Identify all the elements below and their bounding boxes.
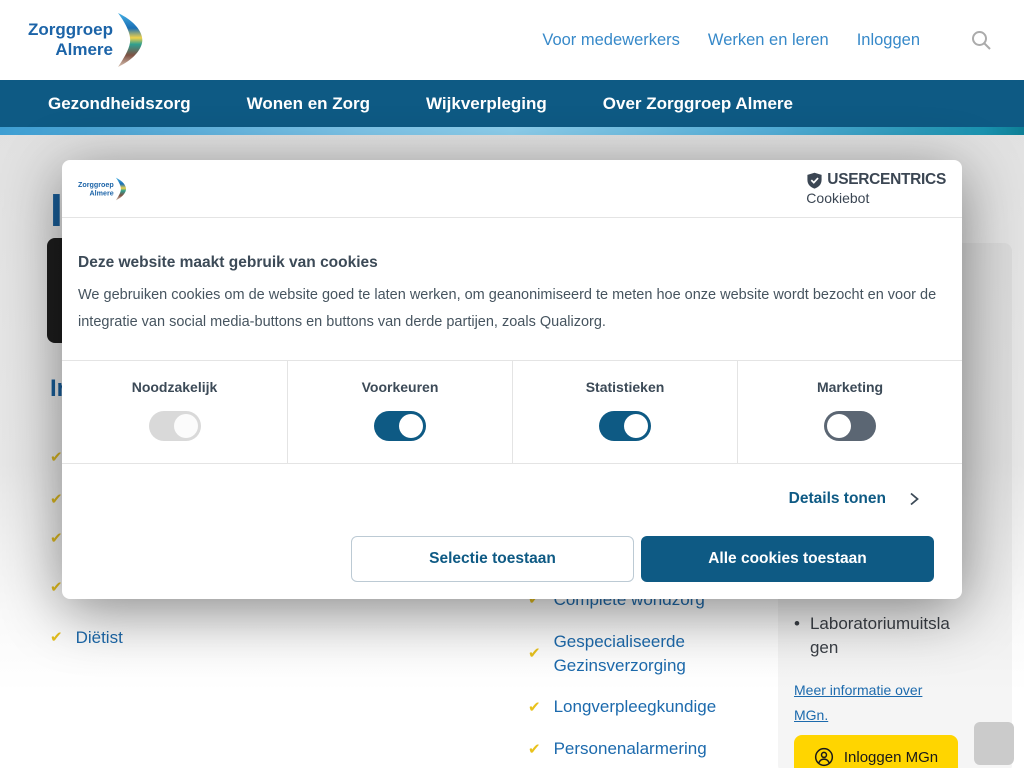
details-tonen-label[interactable]: Details tonen xyxy=(789,490,886,508)
usercentrics-wordmark: USERCENTRICS xyxy=(827,171,946,189)
cookie-dialog-description: We gebruiken cookies om de website goed … xyxy=(78,282,946,336)
mgn-login-button[interactable]: Inloggen MGn xyxy=(794,735,958,768)
sidebar-bullet-item: • Laboratoriumuitslagen xyxy=(794,612,956,660)
category-statistieken: Statistieken xyxy=(512,361,737,463)
nav-wonen-en-zorg[interactable]: Wonen en Zorg xyxy=(247,94,370,114)
list-item-personenalarmering[interactable]: ✔ Personenalarmering xyxy=(528,737,778,761)
check-icon: ✔ xyxy=(528,646,541,661)
usercentrics-branding: USERCENTRICS Cookiebot xyxy=(806,171,946,206)
check-icon: ✔ xyxy=(50,490,63,508)
allow-selection-button[interactable]: Selectie toestaan xyxy=(351,536,634,582)
cookie-dialog-header: Zorggroep Almere USERCENTRICS Cookiebot xyxy=(62,160,962,218)
nav-wijkverpleging[interactable]: Wijkverpleging xyxy=(426,94,547,114)
site-header: Zorggroep Almere Voor medewerkers Werken… xyxy=(0,0,1024,80)
check-icon: ✔ xyxy=(50,630,63,645)
category-marketing: Marketing xyxy=(737,361,962,463)
check-icon: ✔ xyxy=(50,529,63,547)
toggle-marketing[interactable] xyxy=(824,411,876,441)
crescent-logo-icon xyxy=(116,9,143,71)
list-item-gespecialiseerde-gezinsverzorging[interactable]: ✔ Gespecialiseerde Gezinsverzorging xyxy=(528,630,778,678)
toggle-knob xyxy=(624,414,648,438)
list-item-longverpleegkundige[interactable]: ✔ Longverpleegkundige xyxy=(528,695,778,719)
allow-all-cookies-button[interactable]: Alle cookies toestaan xyxy=(641,536,934,582)
top-nav-inloggen[interactable]: Inloggen xyxy=(857,31,920,50)
list-item-label[interactable]: Gespecialiseerde Gezinsverzorging xyxy=(554,630,729,678)
top-nav: Voor medewerkers Werken en leren Inlogge… xyxy=(542,0,992,80)
details-tonen-link[interactable]: Details tonen xyxy=(78,490,946,508)
site-logo-text: Zorggroep Almere xyxy=(28,20,113,61)
main-nav: Gezondheidszorg Wonen en Zorg Wijkverple… xyxy=(0,80,1024,127)
bullet-item-label: Laboratoriumuitslagen xyxy=(810,612,956,660)
check-icon: ✔ xyxy=(50,448,63,466)
category-label: Noodzakelijk xyxy=(62,379,287,395)
category-label: Statistieken xyxy=(513,379,737,395)
logo-line2: Almere xyxy=(78,189,114,198)
list-item-dietist[interactable]: ✔ Diëtist xyxy=(50,626,123,650)
toggle-statistieken[interactable] xyxy=(599,411,651,441)
cookie-dialog-title: Deze website maakt gebruik van cookies xyxy=(78,254,946,272)
cookie-dialog-buttons: Selectie toestaan Alle cookies toestaan xyxy=(78,536,946,599)
toggle-voorkeuren[interactable] xyxy=(374,411,426,441)
scroll-top-button[interactable] xyxy=(974,722,1014,765)
list-item-label[interactable]: Longverpleegkundige xyxy=(554,695,717,719)
cookiebot-label: Cookiebot xyxy=(806,190,869,206)
top-nav-voor-medewerkers[interactable]: Voor medewerkers xyxy=(542,31,680,50)
list-item-label[interactable]: Diëtist xyxy=(76,626,123,650)
category-label: Marketing xyxy=(738,379,962,395)
bullet-icon: • xyxy=(794,612,800,660)
chevron-right-icon xyxy=(906,491,922,507)
cookie-consent-dialog: Zorggroep Almere USERCENTRICS Cookiebot … xyxy=(62,160,962,599)
person-icon xyxy=(814,747,834,767)
services-list: ✔ Complete wondzorg ✔ Gespecialiseerde G… xyxy=(528,588,778,768)
check-icon: ✔ xyxy=(528,700,541,715)
nav-over-zorggroep-almere[interactable]: Over Zorggroep Almere xyxy=(603,94,793,114)
search-icon[interactable] xyxy=(970,29,992,51)
toggle-knob xyxy=(174,414,198,438)
accent-strip xyxy=(0,127,1024,135)
shield-check-icon xyxy=(806,172,823,189)
mgn-more-info-link[interactable]: Meer informatie over MGn. xyxy=(794,678,939,727)
mgn-login-label: Inloggen MGn xyxy=(844,749,938,766)
cookie-dialog-body: Deze website maakt gebruik van cookies W… xyxy=(62,254,962,599)
site-logo[interactable]: Zorggroep Almere xyxy=(28,9,143,71)
page-title-partial: I xyxy=(50,183,63,237)
category-noodzakelijk: Noodzakelijk xyxy=(62,361,287,463)
logo-line1: Zorggroep xyxy=(78,180,114,189)
top-nav-werken-en-leren[interactable]: Werken en leren xyxy=(708,31,829,50)
category-voorkeuren: Voorkeuren xyxy=(287,361,512,463)
check-icon: ✔ xyxy=(50,578,63,596)
toggle-knob xyxy=(399,414,423,438)
logo-line1: Zorggroep xyxy=(28,20,113,40)
crescent-logo-icon xyxy=(115,175,126,201)
logo-line2: Almere xyxy=(28,40,113,60)
nav-gezondheidszorg[interactable]: Gezondheidszorg xyxy=(48,94,191,114)
check-icon: ✔ xyxy=(528,742,541,757)
toggle-noodzakelijk xyxy=(149,411,201,441)
toggle-knob xyxy=(827,414,851,438)
site-logo-text: Zorggroep Almere xyxy=(78,180,114,197)
cookie-category-toggles: Noodzakelijk Voorkeuren Statistieken Mar… xyxy=(62,360,962,464)
cookie-dialog-site-logo: Zorggroep Almere xyxy=(78,175,126,201)
list-item-label[interactable]: Personenalarmering xyxy=(554,737,707,761)
category-label: Voorkeuren xyxy=(288,379,512,395)
